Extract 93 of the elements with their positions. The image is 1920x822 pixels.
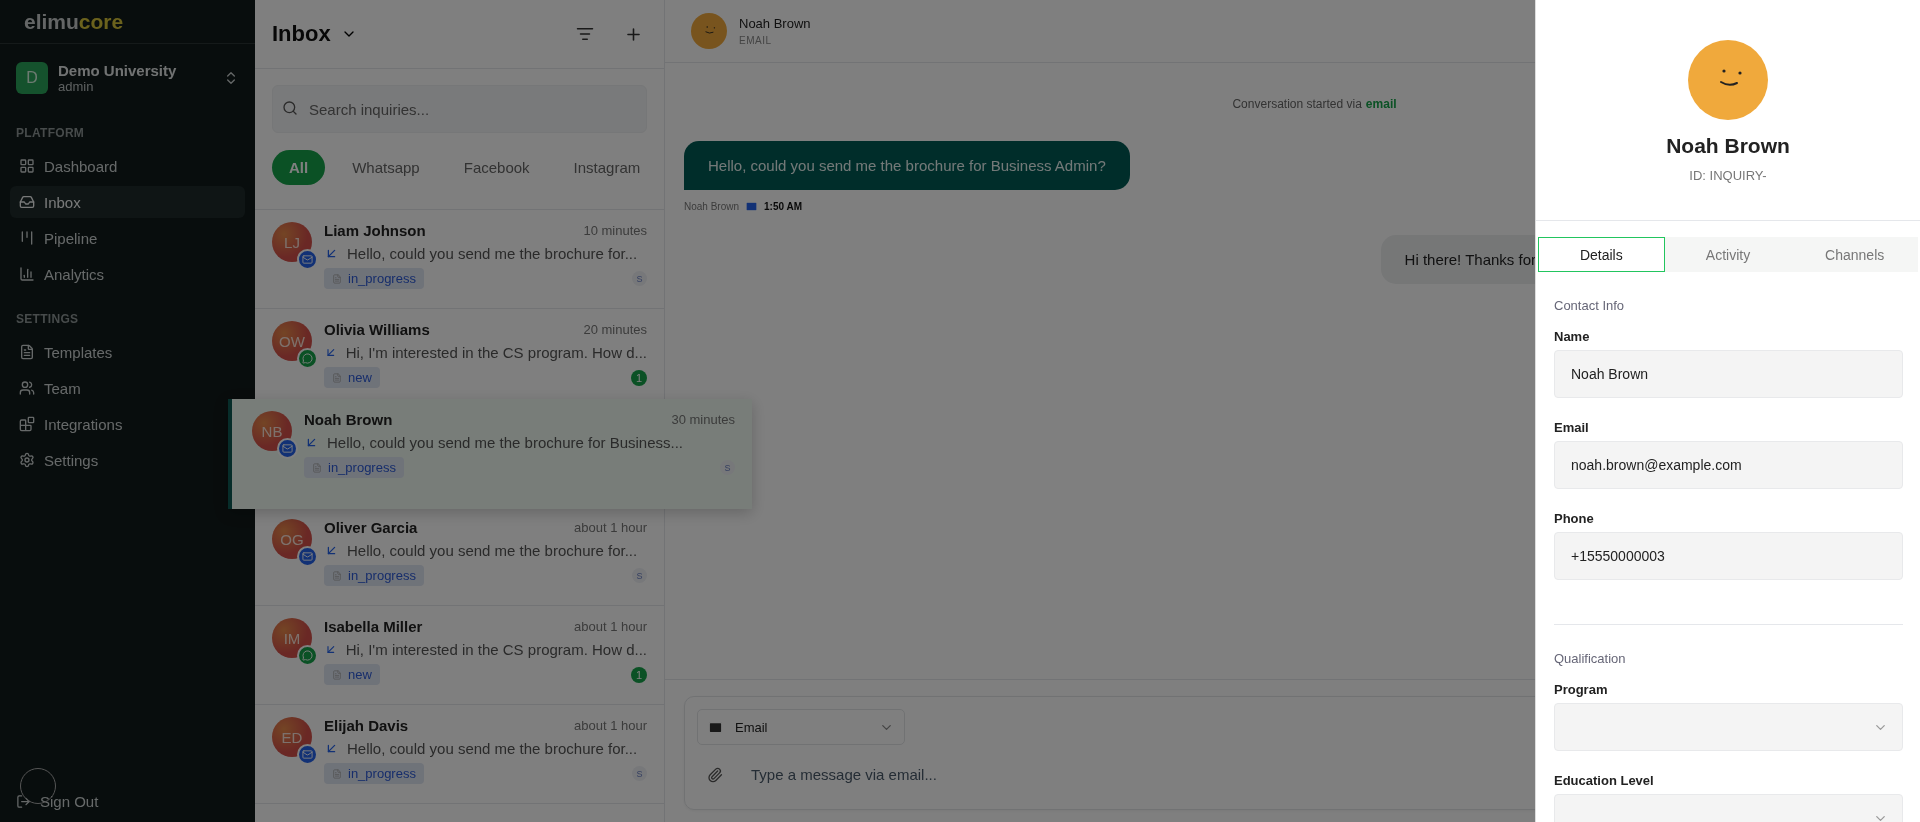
- status-tag: in_progress: [324, 268, 424, 289]
- org-name: Demo University: [58, 62, 178, 79]
- contact-avatar: OW: [272, 321, 312, 361]
- contact-avatar: IM: [272, 618, 312, 658]
- note-icon: [312, 462, 322, 473]
- time-ago: about 1 hour: [574, 520, 647, 535]
- message-preview: Hi, I'm interested in the CS program. How d...: [345, 641, 647, 658]
- status-tag: new: [324, 664, 380, 685]
- channel-select[interactable]: Email: [697, 709, 905, 745]
- nav-icon: [19, 158, 35, 174]
- input-field[interactable]: +15550000003: [1554, 532, 1903, 580]
- time-ago: 20 minutes: [583, 322, 647, 337]
- contact-name: Noah Brown: [304, 411, 394, 428]
- note-icon: [332, 372, 342, 383]
- smiley-avatar-icon: [691, 13, 727, 49]
- nav-icon: [19, 230, 35, 246]
- nav-icon: [19, 344, 35, 360]
- section-heading: Contact Info: [1554, 298, 1626, 313]
- filter-chip[interactable]: All: [272, 150, 326, 185]
- nav-icon: [19, 452, 35, 468]
- section-heading: PLATFORM: [15, 126, 86, 140]
- contact-name: Liam Johnson: [324, 222, 427, 239]
- message-preview: Hello, could you send me the brochure for...: [347, 245, 638, 262]
- section-heading: Qualification: [1554, 651, 1627, 666]
- filter-chip[interactable]: Instagram: [556, 150, 658, 185]
- contact-name: Elijah Davis: [324, 717, 410, 734]
- filter-icon: [576, 25, 594, 43]
- contact-avatar: ED: [272, 717, 312, 757]
- status-tag: in_progress: [324, 565, 424, 586]
- unread-count: 1: [631, 666, 647, 683]
- org-initial: D: [16, 62, 48, 94]
- contact-avatar: LJ: [272, 222, 312, 262]
- paperclip-icon[interactable]: [707, 766, 723, 783]
- time-ago: about 1 hour: [574, 619, 647, 634]
- field-label: Phone: [1554, 511, 1595, 526]
- nav-item[interactable]: Analytics: [10, 258, 245, 290]
- status-tag: new: [324, 367, 380, 388]
- note-icon: [332, 570, 342, 581]
- sender-name: Noah Brown: [684, 201, 740, 212]
- field-label: Email: [1554, 420, 1590, 435]
- field-label: Program: [1554, 682, 1609, 697]
- note-icon: [332, 768, 342, 779]
- logout-icon: [16, 793, 31, 809]
- status-tag: in_progress: [304, 457, 404, 478]
- nav-item[interactable]: Pipeline: [10, 222, 245, 254]
- panel-tab[interactable]: Channels: [1791, 237, 1918, 272]
- message-time: 1:50 AM: [764, 201, 802, 212]
- message-preview: Hello, could you send me the brochure for...: [347, 542, 638, 559]
- channel-name: email: [1365, 97, 1397, 111]
- contact-avatar: OG: [272, 519, 312, 559]
- sign-out-link[interactable]: Sign Out: [10, 784, 245, 818]
- select-field[interactable]: [1554, 703, 1903, 751]
- inbox-title: Inbox: [272, 21, 331, 47]
- message-preview: Hi, I'm interested in the CS program. How d...: [345, 344, 647, 361]
- chat-bubble-icon: [302, 353, 313, 364]
- contact-name: Olivia Williams: [324, 321, 431, 338]
- status-tag: in_progress: [324, 763, 424, 784]
- contact-name: Noah Brown: [739, 16, 811, 31]
- nav-icon: [19, 194, 35, 210]
- nav-item[interactable]: Inbox: [10, 186, 245, 218]
- contact-avatar: NB: [252, 411, 292, 451]
- org-role: admin: [58, 79, 95, 94]
- inquiry-id: ID: INQUIRY-: [1689, 168, 1767, 183]
- message-preview: Hello, could you send me the brochure for...: [347, 740, 638, 757]
- unread-count: 1: [631, 369, 647, 386]
- input-field[interactable]: Noah Brown: [1554, 350, 1903, 398]
- nav-icon: [19, 380, 35, 396]
- contact-name: Isabella Miller: [324, 618, 424, 635]
- smiley-avatar-icon: [1688, 40, 1768, 120]
- message-preview: Hello, could you send me the brochure for Business...: [327, 434, 684, 451]
- section-heading: SETTINGS: [15, 312, 80, 326]
- field-label: Name: [1554, 329, 1591, 344]
- input-field[interactable]: noah.brown@example.com: [1554, 441, 1903, 489]
- search-field[interactable]: Search inquiries...: [272, 85, 647, 133]
- nav-icon: [19, 266, 35, 282]
- note-icon: [332, 273, 342, 284]
- chat-bubble-icon: [302, 650, 313, 661]
- conversation-notice: Conversation started via: [1232, 97, 1362, 111]
- nav-item[interactable]: Templates: [10, 336, 245, 368]
- note-icon: [332, 669, 342, 680]
- time-ago: 30 minutes: [671, 412, 735, 427]
- filter-chip[interactable]: Whatsapp: [335, 150, 437, 185]
- time-ago: about 1 hour: [574, 718, 647, 733]
- panel-tab[interactable]: Details: [1538, 237, 1665, 272]
- contact-name: Oliver Garcia: [324, 519, 419, 536]
- nav-item[interactable]: Dashboard: [10, 150, 245, 182]
- channel-label: EMAIL: [739, 35, 773, 46]
- time-ago: 10 minutes: [583, 223, 647, 238]
- contact-name: Noah Brown: [1666, 134, 1790, 158]
- panel-tab[interactable]: Activity: [1664, 237, 1792, 272]
- nav-icon: [19, 416, 35, 432]
- incoming-message: Hello, could you send me the brochure for Business Admin?: [684, 141, 1130, 190]
- filter-chip[interactable]: Facebook: [446, 150, 547, 185]
